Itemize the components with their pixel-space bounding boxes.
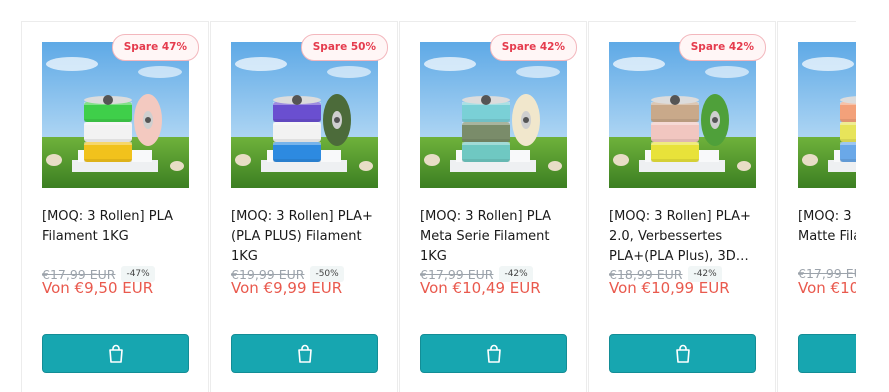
discount-badge: Spare 50%: [300, 34, 388, 61]
product-card[interactable]: [MOQ: 3 Rollen] PLA Matte Filament 1KG €…: [777, 21, 856, 392]
sale-price: Von €10,99 EUR: [609, 279, 730, 297]
shopping-bag-icon: [107, 344, 125, 364]
product-track: Spare 47% [MOQ: 3 Rollen] PLA Filament 1…: [21, 21, 856, 392]
add-to-cart-button[interactable]: [609, 334, 756, 373]
product-card[interactable]: Spare 47% [MOQ: 3 Rollen] PLA Filament 1…: [21, 21, 209, 392]
product-title[interactable]: [MOQ: 3 Rollen] PLA Filament 1KG: [42, 207, 194, 265]
sale-price: Von €10,49 EUR: [798, 279, 856, 297]
discount-badge: Spare 47%: [111, 34, 199, 61]
product-card[interactable]: Spare 50% [MOQ: 3 Rollen] PLA+ (PLA PLUS…: [210, 21, 398, 392]
shopping-bag-icon: [485, 344, 503, 364]
product-title[interactable]: [MOQ: 3 Rollen] PLA+ 2.0, Verbessertes P…: [609, 207, 761, 265]
discount-badge: Spare 42%: [678, 34, 766, 61]
product-carousel: Spare 47% [MOQ: 3 Rollen] PLA Filament 1…: [0, 0, 889, 392]
product-image[interactable]: [798, 42, 856, 188]
discount-badge: Spare 42%: [489, 34, 577, 61]
product-image[interactable]: [609, 42, 756, 188]
product-title[interactable]: [MOQ: 3 Rollen] PLA Meta Serie Filament …: [420, 207, 572, 265]
add-to-cart-button[interactable]: [420, 334, 567, 373]
product-card[interactable]: Spare 42% [MOQ: 3 Rollen] PLA+ 2.0, Verb…: [588, 21, 776, 392]
add-to-cart-button[interactable]: [231, 334, 378, 373]
sale-price: Von €9,50 EUR: [42, 279, 154, 297]
product-card[interactable]: Spare 42% [MOQ: 3 Rollen] PLA Meta Serie…: [399, 21, 587, 392]
shopping-bag-icon: [674, 344, 692, 364]
product-title[interactable]: [MOQ: 3 Rollen] PLA+ (PLA PLUS) Filament…: [231, 207, 383, 265]
sale-price: Von €10,49 EUR: [420, 279, 541, 297]
add-to-cart-button[interactable]: [798, 334, 856, 373]
shopping-bag-icon: [296, 344, 314, 364]
product-image[interactable]: [42, 42, 189, 188]
product-title[interactable]: [MOQ: 3 Rollen] PLA Matte Filament 1KG: [798, 207, 856, 265]
product-image[interactable]: [231, 42, 378, 188]
product-image[interactable]: [420, 42, 567, 188]
sale-price: Von €9,99 EUR: [231, 279, 343, 297]
add-to-cart-button[interactable]: [42, 334, 189, 373]
